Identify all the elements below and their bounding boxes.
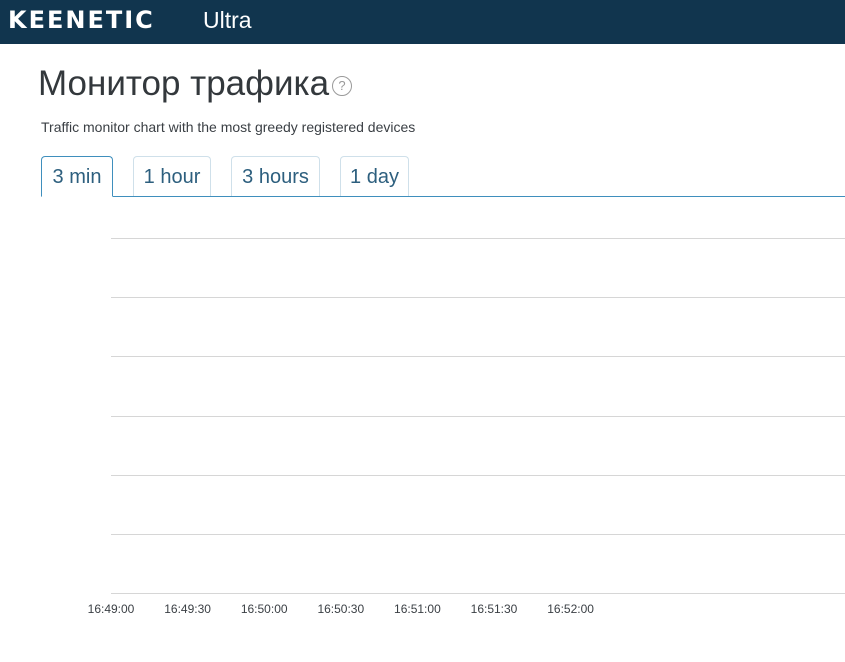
x-tick-label: 16:50:30	[317, 602, 364, 616]
tab-3-min[interactable]: 3 min	[41, 156, 113, 197]
x-tick-label: 16:52:00	[547, 602, 594, 616]
traffic-chart: 16:49:00 16:49:30 16:50:00 16:50:30 16:51:00…	[88, 238, 845, 616]
x-tick-label: 16:49:00	[88, 602, 135, 616]
x-tick-label: 16:51:30	[471, 602, 518, 616]
chart-grid	[111, 238, 845, 594]
device-model: Ultra	[203, 7, 252, 33]
time-range-tabs: 3 min 1 hour 3 hours 1 day	[0, 156, 845, 197]
tab-1-hour[interactable]: 1 hour	[133, 156, 211, 196]
question-circle-icon[interactable]: ?	[332, 76, 353, 96]
page-title-text: Монитор трафика	[38, 64, 330, 103]
x-tick-label: 16:51:00	[394, 602, 441, 616]
page-subtitle: Traffic monitor chart with the most gree…	[41, 119, 416, 135]
x-tick-label: 16:50:00	[241, 602, 288, 616]
page-title: Монитор трафика ?	[38, 63, 353, 105]
tab-1-day[interactable]: 1 day	[340, 156, 409, 196]
chart-x-axis: 16:49:00 16:49:30 16:50:00 16:50:30 16:51:00…	[88, 602, 595, 616]
tab-3-hours[interactable]: 3 hours	[231, 156, 320, 196]
x-tick-label: 16:49:30	[164, 602, 211, 616]
top-bar: KEENETIC Ultra	[0, 0, 845, 44]
brand-logo[interactable]: KEENETIC	[8, 6, 155, 34]
